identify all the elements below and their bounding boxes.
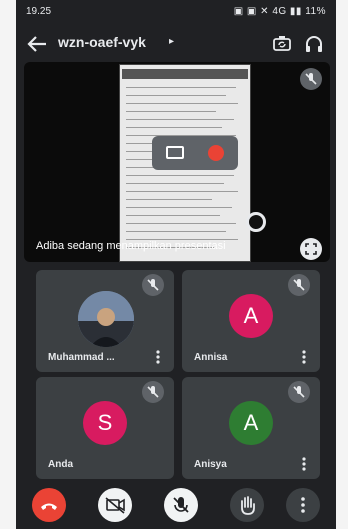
status-time: 19.25 <box>26 6 52 17</box>
presenter-caption: Adiba sedang menampilkan presentasi <box>36 240 226 252</box>
system-indicators: ▣ ▣ ✕ 4G ▮▮ 11% <box>233 6 326 17</box>
screen-icon <box>166 146 184 159</box>
cursor-ring-icon <box>246 212 266 232</box>
camera-switch-icon[interactable] <box>272 34 292 54</box>
mic-off-icon <box>142 274 164 296</box>
raise-hand-button[interactable] <box>230 488 264 522</box>
status-bar: 19.25 ▣ ▣ ✕ 4G ▮▮ 11% <box>16 0 336 22</box>
headphones-icon[interactable] <box>304 34 324 54</box>
participant-name: Muhammad ... <box>48 352 115 363</box>
meeting-code[interactable]: wzn-oaef-vyk <box>58 34 146 50</box>
back-arrow-icon[interactable] <box>26 34 48 54</box>
record-icon <box>208 145 224 161</box>
participant-photo-avatar <box>78 291 134 347</box>
fullscreen-icon[interactable] <box>300 238 322 260</box>
participant-name: Anisya <box>194 459 227 470</box>
more-vert-icon[interactable] <box>302 457 306 471</box>
mic-off-button[interactable] <box>164 488 198 522</box>
mic-off-icon <box>288 274 310 296</box>
mic-off-icon <box>300 68 322 90</box>
participant-tile-annisa[interactable]: A Annisa <box>182 270 320 372</box>
more-options-button[interactable] <box>286 488 320 522</box>
participant-tile-anisya[interactable]: A Anisya <box>182 377 320 479</box>
participant-letter-avatar: A <box>229 294 273 338</box>
participant-name: Anda <box>48 459 73 470</box>
more-vert-icon[interactable] <box>156 350 160 364</box>
more-vert-icon[interactable] <box>302 350 306 364</box>
screen-share-popup <box>152 136 238 170</box>
presentation-tile[interactable]: Adiba sedang menampilkan presentasi <box>24 62 330 262</box>
participant-name: Annisa <box>194 352 228 363</box>
meeting-details-chevron-icon[interactable]: ▸ <box>169 36 174 47</box>
participant-tile-anda[interactable]: S Anda <box>36 377 174 479</box>
document-toolbar <box>122 69 248 79</box>
meet-screen: 19.25 ▣ ▣ ✕ 4G ▮▮ 11% wzn-oaef-vyk ▸ Adi… <box>16 0 336 529</box>
top-app-bar: wzn-oaef-vyk ▸ <box>16 22 336 66</box>
mic-off-icon <box>142 381 164 403</box>
participant-letter-avatar: S <box>83 401 127 445</box>
participant-tile-muhammad[interactable]: Muhammad ... <box>36 270 174 372</box>
mic-off-icon <box>288 381 310 403</box>
participant-letter-avatar: A <box>229 401 273 445</box>
video-off-button[interactable] <box>98 488 132 522</box>
end-call-button[interactable] <box>32 488 66 522</box>
